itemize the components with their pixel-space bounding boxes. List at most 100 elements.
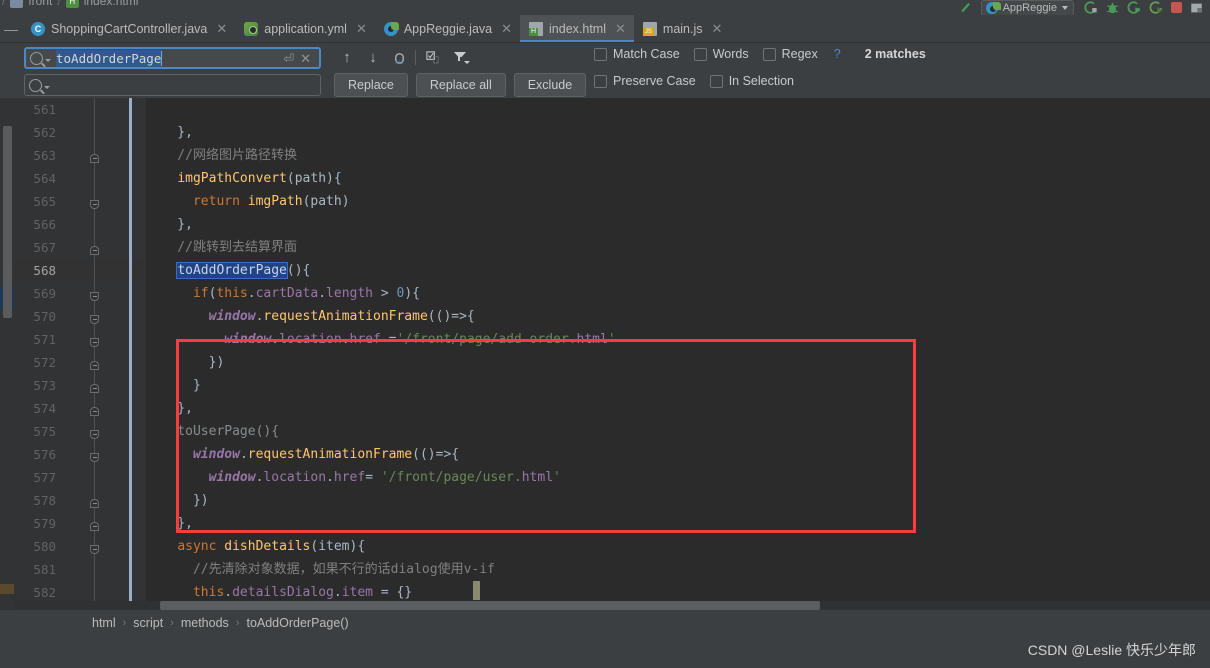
checkbox-box xyxy=(709,74,723,88)
checkbox-box xyxy=(594,74,607,88)
match-case-checkbox[interactable]: Match Case xyxy=(594,47,680,61)
vcs-change-marker xyxy=(129,98,132,610)
editor-horizontal-scrollbar-track[interactable] xyxy=(14,601,1210,610)
line-number: 581 xyxy=(33,562,56,577)
replace-input[interactable] xyxy=(24,74,321,96)
code-text-area[interactable]: }, //网络图片路径转换 imgPathConvert(path){ retu… xyxy=(146,98,1210,610)
line-number: 577 xyxy=(33,470,56,485)
tab-application-yml[interactable]: application.yml ✕ xyxy=(235,15,375,42)
svg-text:All: All xyxy=(395,60,404,65)
stop-icon[interactable] xyxy=(1171,2,1182,13)
close-icon[interactable]: ✕ xyxy=(712,22,723,35)
editor-horizontal-scrollbar-thumb[interactable] xyxy=(160,601,820,610)
path-separator-2: / xyxy=(57,0,61,8)
in-selection-checkbox[interactable]: In Selection xyxy=(709,74,794,88)
breadcrumb-item-methods[interactable]: methods xyxy=(181,616,229,630)
path-separator-1: / xyxy=(2,0,6,8)
profile-icon[interactable] xyxy=(1149,0,1164,15)
clear-search-icon[interactable]: ✕ xyxy=(300,52,311,65)
code-editor[interactable]: 561 562 563 564 565 566 567 568 569 570 571 572 573 5… xyxy=(0,98,1210,610)
code-folding-column[interactable] xyxy=(84,98,106,610)
run-configuration-selector[interactable]: AppReggie xyxy=(980,0,1074,15)
search-input-value: toAddOrderPage xyxy=(56,49,162,67)
find-previous-icon[interactable]: ↑ xyxy=(334,46,360,68)
fold-toggle-icon[interactable] xyxy=(90,361,99,370)
breadcrumb-item-html[interactable]: html xyxy=(92,616,116,630)
run-icon[interactable] xyxy=(1083,0,1098,15)
line-number: 569 xyxy=(33,286,56,301)
fold-toggle-icon[interactable] xyxy=(90,246,99,255)
watermark-label: CSDN @Leslie 快乐少年郎 xyxy=(1027,642,1196,658)
tab-index-html[interactable]: index.html ✕ xyxy=(520,15,634,42)
find-navigation-icons: ↑ ↓ All xyxy=(334,46,475,68)
line-number: 567 xyxy=(33,240,56,255)
replace-history-chevron-icon[interactable] xyxy=(44,85,50,89)
exclude-button[interactable]: Exclude xyxy=(513,73,587,97)
breadcrumb-separator: › xyxy=(170,617,174,629)
regex-help-icon[interactable]: ? xyxy=(834,47,841,61)
fold-toggle-icon[interactable] xyxy=(90,154,99,163)
preserve-case-checkbox[interactable]: Preserve Case xyxy=(594,74,696,88)
close-icon[interactable]: ✕ xyxy=(501,22,512,35)
replace-button[interactable]: Replace xyxy=(334,73,408,97)
toolbar-divider xyxy=(415,49,416,65)
fold-toggle-icon[interactable] xyxy=(90,407,99,416)
close-icon[interactable]: ✕ xyxy=(216,22,227,35)
chevron-down-icon xyxy=(1062,5,1068,10)
javascript-file-icon xyxy=(642,21,657,36)
close-icon[interactable]: ✕ xyxy=(615,22,626,35)
new-line-icon[interactable]: ⏎ xyxy=(283,52,294,65)
find-replace-panel: toAddOrderPage ⏎ ✕ ↑ ↓ All Replace Repla… xyxy=(0,43,1210,99)
replace-button-label: Replace xyxy=(348,78,394,92)
structure-breadcrumb-bar: html › script › methods › toAddOrderPage… xyxy=(0,610,1210,636)
find-next-icon[interactable]: ↓ xyxy=(360,46,386,68)
select-all-occurrences-icon[interactable]: All xyxy=(386,46,412,68)
tab-label: main.js xyxy=(662,21,703,36)
tab-main-js[interactable]: main.js ✕ xyxy=(634,15,731,42)
search-input[interactable]: toAddOrderPage ⏎ ✕ xyxy=(24,47,321,69)
fold-toggle-icon[interactable] xyxy=(90,200,99,209)
breadcrumb-item-script[interactable]: script xyxy=(133,616,163,630)
replace-all-button[interactable]: Replace all xyxy=(415,73,506,97)
line-number: 561 xyxy=(33,102,56,117)
line-number: 579 xyxy=(33,516,56,531)
yaml-file-icon xyxy=(244,21,259,36)
run-with-coverage-icon[interactable] xyxy=(1127,0,1142,15)
line-number: 575 xyxy=(33,424,56,439)
fold-toggle-icon[interactable] xyxy=(90,522,99,531)
search-everywhere-icon[interactable] xyxy=(959,1,974,15)
line-number: 570 xyxy=(33,309,56,324)
regex-checkbox[interactable]: Regex xyxy=(762,47,818,61)
fold-toggle-icon[interactable] xyxy=(90,499,99,508)
fold-toggle-icon[interactable] xyxy=(90,384,99,393)
line-number: 573 xyxy=(33,378,56,393)
debug-icon[interactable] xyxy=(1105,1,1120,15)
words-checkbox[interactable]: Words xyxy=(693,47,749,61)
tab-label: AppReggie.java xyxy=(403,21,493,36)
search-history-chevron-icon[interactable] xyxy=(45,58,51,62)
active-tab-underline xyxy=(520,40,634,42)
collapse-icon[interactable]: — xyxy=(0,15,22,42)
line-number: 563 xyxy=(33,148,56,163)
tab-shoppingcartcontroller-java[interactable]: C ShoppingCartController.java ✕ xyxy=(22,15,235,42)
filter-icon[interactable] xyxy=(445,46,475,68)
add-selection-icon[interactable] xyxy=(419,46,445,68)
text-caret xyxy=(161,50,163,66)
fold-toggle-icon[interactable] xyxy=(90,453,99,462)
breadcrumb-item-toaddorderpage[interactable]: toAddOrderPage() xyxy=(246,616,348,630)
fold-toggle-icon[interactable] xyxy=(90,430,99,439)
tab-label: index.html xyxy=(549,21,606,36)
fold-toggle-icon[interactable] xyxy=(90,315,99,324)
fold-toggle-icon[interactable] xyxy=(90,292,99,301)
breadcrumb-separator: › xyxy=(122,617,127,629)
path-folder-name[interactable]: front xyxy=(28,0,52,8)
replace-all-button-label: Replace all xyxy=(429,78,492,92)
search-icon xyxy=(30,51,43,65)
tab-appreggie-java[interactable]: AppReggie.java ✕ xyxy=(375,15,520,42)
path-file-name[interactable]: index.html xyxy=(84,0,139,8)
hide-panel-icon[interactable] xyxy=(1189,1,1204,15)
checkbox-label: Match Case xyxy=(613,47,680,61)
fold-toggle-icon[interactable] xyxy=(90,338,99,347)
close-icon[interactable]: ✕ xyxy=(356,22,367,35)
fold-toggle-icon[interactable] xyxy=(90,545,99,554)
